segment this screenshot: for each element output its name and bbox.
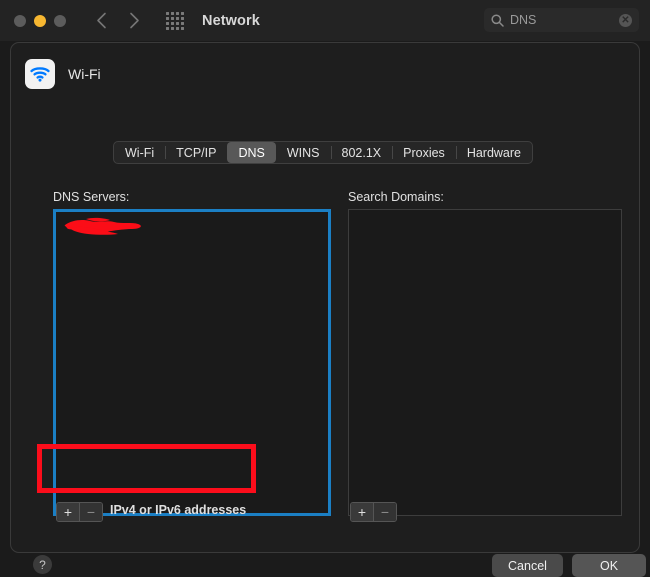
- service-name: Wi-Fi: [68, 66, 101, 82]
- add-search-domain-button[interactable]: +: [351, 503, 373, 521]
- forward-chevron-icon[interactable]: [129, 12, 140, 29]
- redaction-scribble: [64, 217, 141, 235]
- cancel-button[interactable]: Cancel: [492, 554, 563, 577]
- tab-wins[interactable]: WINS: [276, 142, 331, 163]
- maximize-window-button[interactable]: [54, 14, 66, 27]
- search-field[interactable]: DNS ✕: [484, 8, 639, 32]
- show-all-preferences-icon[interactable]: [166, 11, 184, 30]
- dns-servers-stepper: + −: [56, 502, 103, 522]
- ok-button[interactable]: OK: [572, 554, 646, 577]
- network-settings-sheet: Wi-Fi Wi-Fi TCP/IP DNS WINS 802.1X Proxi…: [10, 42, 646, 577]
- remove-search-domain-button[interactable]: −: [373, 503, 396, 521]
- search-domains-list[interactable]: [348, 209, 622, 516]
- search-input-value[interactable]: DNS: [510, 13, 536, 27]
- wifi-icon: [25, 59, 55, 89]
- search-icon: [491, 13, 504, 27]
- traffic-light-group: [14, 14, 66, 27]
- navigation-arrows: [96, 12, 140, 29]
- search-domains-label: Search Domains:: [348, 190, 444, 204]
- tab-proxies[interactable]: Proxies: [392, 142, 456, 163]
- dns-servers-list[interactable]: [53, 209, 331, 516]
- search-domains-stepper: + −: [350, 502, 397, 522]
- dns-servers-label: DNS Servers:: [53, 190, 130, 204]
- minimize-window-button[interactable]: [34, 14, 46, 27]
- settings-tabbar: Wi-Fi TCP/IP DNS WINS 802.1X Proxies Har…: [113, 141, 533, 164]
- dns-address-hint: IPv4 or IPv6 addresses: [110, 503, 247, 517]
- service-header: Wi-Fi: [25, 59, 101, 89]
- add-dns-server-button[interactable]: +: [57, 503, 79, 521]
- window-title: Network: [202, 12, 260, 29]
- help-button[interactable]: ?: [33, 555, 52, 574]
- tab-8021x[interactable]: 802.1X: [330, 142, 393, 163]
- tab-tcpip[interactable]: TCP/IP: [165, 142, 227, 163]
- tab-dns[interactable]: DNS: [227, 142, 276, 163]
- tab-wifi[interactable]: Wi-Fi: [114, 142, 165, 163]
- tab-hardware[interactable]: Hardware: [455, 142, 532, 163]
- back-chevron-icon[interactable]: [96, 12, 107, 29]
- close-window-button[interactable]: [14, 14, 26, 27]
- window-titlebar: Network DNS ✕: [0, 0, 650, 41]
- clear-search-icon[interactable]: ✕: [619, 13, 632, 27]
- remove-dns-server-button[interactable]: −: [79, 503, 102, 521]
